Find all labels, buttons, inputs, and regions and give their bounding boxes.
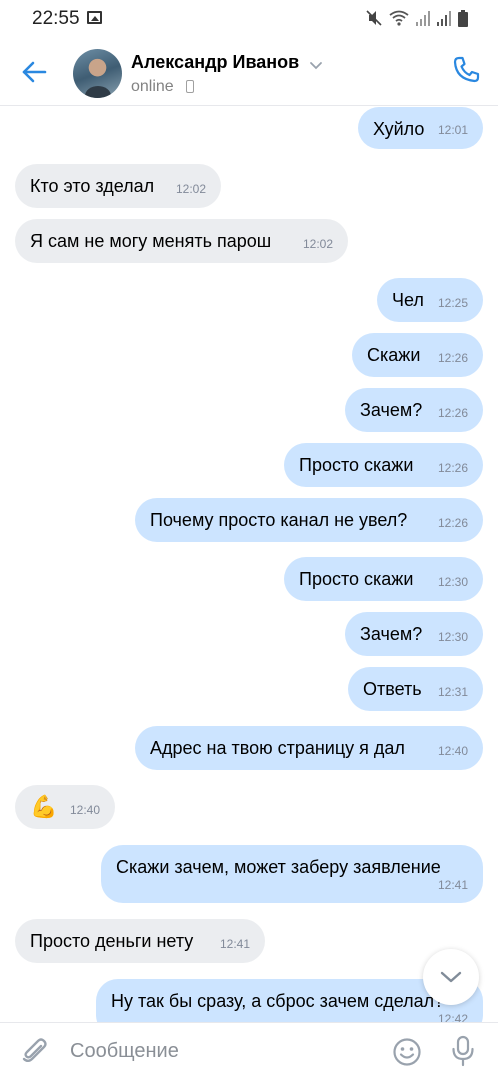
message-time: 12:26 xyxy=(437,406,468,420)
message-text: Почему просто канал не увел? xyxy=(150,510,408,530)
status-time: 22:55 xyxy=(32,8,80,29)
signal-icon-1 xyxy=(416,11,430,26)
message-time: 12:26 xyxy=(437,516,468,530)
message-outgoing[interactable]: Ответь 12:31 xyxy=(348,667,483,711)
scroll-to-bottom-button[interactable] xyxy=(423,949,479,1005)
flexed-biceps-emoji: 💪 xyxy=(30,794,58,819)
message-incoming[interactable]: Кто это зделал 12:02 xyxy=(15,164,221,208)
message-time: 12:41 xyxy=(437,878,468,892)
chat-header: Александр Иванов online xyxy=(0,38,498,106)
battery-icon xyxy=(458,9,468,27)
message-text: Ну так бы сразу, а сброс зачем сделал? xyxy=(111,991,445,1011)
contact-avatar[interactable] xyxy=(73,49,122,98)
message-outgoing[interactable]: Почему просто канал не увел? 12:26 xyxy=(135,498,483,542)
paperclip-icon[interactable] xyxy=(20,1037,50,1067)
message-time: 12:30 xyxy=(437,630,468,644)
emoji-smile-icon[interactable] xyxy=(392,1037,422,1067)
signal-icon-2 xyxy=(437,11,451,26)
message-list[interactable]: Хуйло 12:01 Кто это зделал 12:02 Я сам н… xyxy=(0,107,498,1022)
message-time: 12:02 xyxy=(302,237,333,251)
contact-name[interactable]: Александр Иванов xyxy=(131,52,299,73)
message-text: Кто это зделал xyxy=(30,176,155,196)
mute-icon xyxy=(366,10,382,26)
message-text: Просто деньги нету xyxy=(30,931,194,951)
message-time: 12:26 xyxy=(437,461,468,475)
message-text: Чел xyxy=(392,290,424,310)
message-outgoing[interactable]: Зачем? 12:30 xyxy=(345,612,483,656)
message-time: 12:30 xyxy=(437,575,468,589)
status-bar: 22:55 xyxy=(0,0,498,38)
message-outgoing[interactable]: Зачем? 12:26 xyxy=(345,388,483,432)
gallery-notification-icon xyxy=(87,11,102,24)
back-arrow-icon[interactable] xyxy=(20,58,48,86)
message-text: Я сам не могу менять парош xyxy=(30,231,272,251)
message-outgoing[interactable]: Скажи зачем, может заберу заявление 12:4… xyxy=(101,845,483,903)
message-text: Ответь xyxy=(363,679,422,699)
chevron-down-icon xyxy=(440,971,462,983)
microphone-icon[interactable] xyxy=(450,1035,476,1067)
message-time: 12:26 xyxy=(437,351,468,365)
message-text: Зачем? xyxy=(360,624,423,644)
message-time: 12:01 xyxy=(437,123,468,137)
mobile-device-icon xyxy=(186,80,194,93)
phone-call-icon[interactable] xyxy=(450,54,482,86)
message-time: 12:40 xyxy=(69,803,100,817)
message-incoming[interactable]: Я сам не могу менять парош 12:02 xyxy=(15,219,348,263)
message-time: 12:41 xyxy=(219,937,250,951)
message-text: Скажи зачем, может заберу заявление xyxy=(116,857,441,877)
message-text: Просто скажи xyxy=(299,569,414,589)
message-incoming[interactable]: 💪 12:40 xyxy=(15,785,115,829)
chevron-down-icon[interactable] xyxy=(309,58,323,72)
message-time: 12:02 xyxy=(175,182,206,196)
message-outgoing[interactable]: Просто скажи 12:30 xyxy=(284,557,483,601)
message-outgoing[interactable]: Хуйло 12:01 xyxy=(358,107,483,149)
message-outgoing[interactable]: Скажи 12:26 xyxy=(352,333,483,377)
message-outgoing[interactable]: Чел 12:25 xyxy=(377,278,483,322)
message-text: Адрес на твою страницу я дал xyxy=(150,738,405,758)
message-text: Хуйло xyxy=(373,119,425,139)
message-outgoing[interactable]: Просто скажи 12:26 xyxy=(284,443,483,487)
message-time: 12:40 xyxy=(437,744,468,758)
message-time: 12:31 xyxy=(437,685,468,699)
message-composer xyxy=(0,1022,498,1080)
message-time: 12:25 xyxy=(437,296,468,310)
message-time: 12:42 xyxy=(437,1012,468,1022)
message-text: Зачем? xyxy=(360,400,423,420)
message-incoming[interactable]: Просто деньги нету 12:41 xyxy=(15,919,265,963)
message-input[interactable] xyxy=(70,1037,370,1065)
message-outgoing[interactable]: Адрес на твою страницу я дал 12:40 xyxy=(135,726,483,770)
message-text: Просто скажи xyxy=(299,455,414,475)
message-text: Скажи xyxy=(367,345,421,365)
contact-online-status: online xyxy=(131,78,174,95)
wifi-icon xyxy=(389,10,409,26)
status-icons xyxy=(366,9,468,27)
